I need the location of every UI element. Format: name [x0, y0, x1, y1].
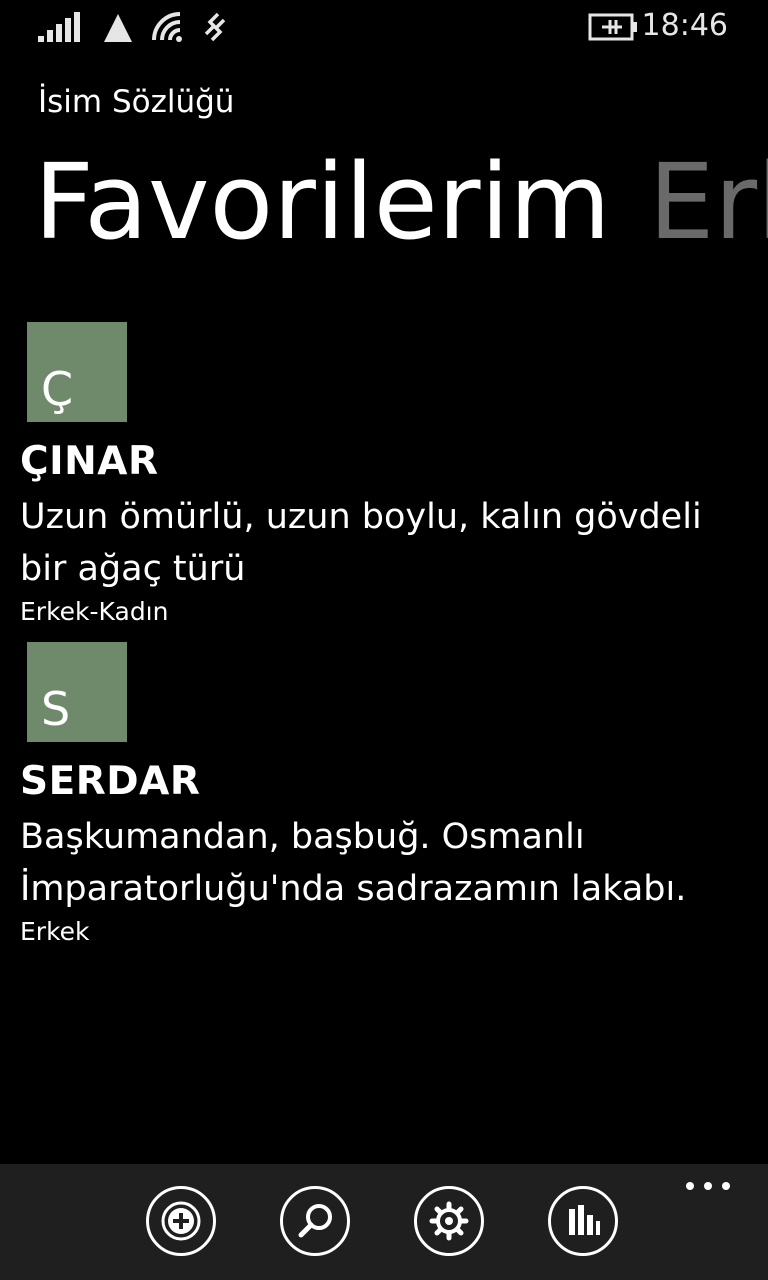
- item-meaning: Uzun ömürlü, uzun boylu, kalın gövdeli b…: [20, 491, 750, 595]
- search-button[interactable]: [280, 1186, 350, 1256]
- tile-letter: Ç: [41, 362, 74, 416]
- item-name: SERDAR: [20, 758, 201, 804]
- item-gender: Erkek-Kadın: [20, 596, 169, 626]
- list-item[interactable]: S SERDAR Başkumandan, başbuğ. Osmanlı İm…: [20, 641, 750, 946]
- favorites-list: Ç ÇINAR Uzun ömürlü, uzun boylu, kalın g…: [20, 322, 750, 962]
- more-icon[interactable]: [686, 1182, 730, 1192]
- item-meaning: Başkumandan, başbuğ. Osmanlı İmparatorlu…: [20, 811, 750, 915]
- letter-tile: S: [27, 641, 127, 742]
- app-title: İsim Sözlüğü: [38, 84, 235, 120]
- mobile-data-icon: [104, 14, 132, 42]
- status-bar: 18:46: [0, 0, 768, 56]
- list-item[interactable]: Ç ÇINAR Uzun ömürlü, uzun boylu, kalın g…: [20, 322, 750, 626]
- battery-charging-icon: [588, 13, 637, 41]
- item-gender: Erkek: [20, 916, 90, 946]
- stats-button[interactable]: [548, 1186, 618, 1256]
- add-icon: [161, 1201, 201, 1241]
- settings-button[interactable]: [414, 1186, 484, 1256]
- settings-icon: [429, 1201, 469, 1241]
- item-name: ÇINAR: [20, 439, 159, 484]
- phone-screen: 18:46 İsim Sözlüğü Favorilerim Erkek Ç ÇI…: [0, 0, 768, 1280]
- vibrate-icon: [204, 12, 226, 42]
- pivot-item-erkek[interactable]: Erkek: [649, 141, 768, 263]
- item-meaning-line: Uzun ömürlü, uzun boylu, kalın gövdeli: [20, 496, 702, 537]
- stats-icon: [569, 1205, 600, 1235]
- item-meaning-line: bir ağaç türü: [20, 548, 246, 589]
- status-time: 18:46: [641, 8, 728, 43]
- wifi-icon: [152, 12, 182, 42]
- item-meaning-line: İmparatorluğu'nda sadrazamın lakabı.: [20, 868, 687, 909]
- search-icon: [298, 1204, 332, 1238]
- pivot-item-favorilerim[interactable]: Favorilerim: [34, 141, 611, 263]
- app-bar: [0, 1164, 768, 1280]
- item-meaning-line: Başkumandan, başbuğ. Osmanlı: [20, 816, 585, 857]
- signal-icon: [38, 12, 80, 42]
- tile-letter: S: [41, 681, 71, 736]
- letter-tile: Ç: [27, 322, 127, 422]
- add-button[interactable]: [146, 1186, 216, 1256]
- pivot-header: Favorilerim Erkek: [34, 140, 768, 265]
